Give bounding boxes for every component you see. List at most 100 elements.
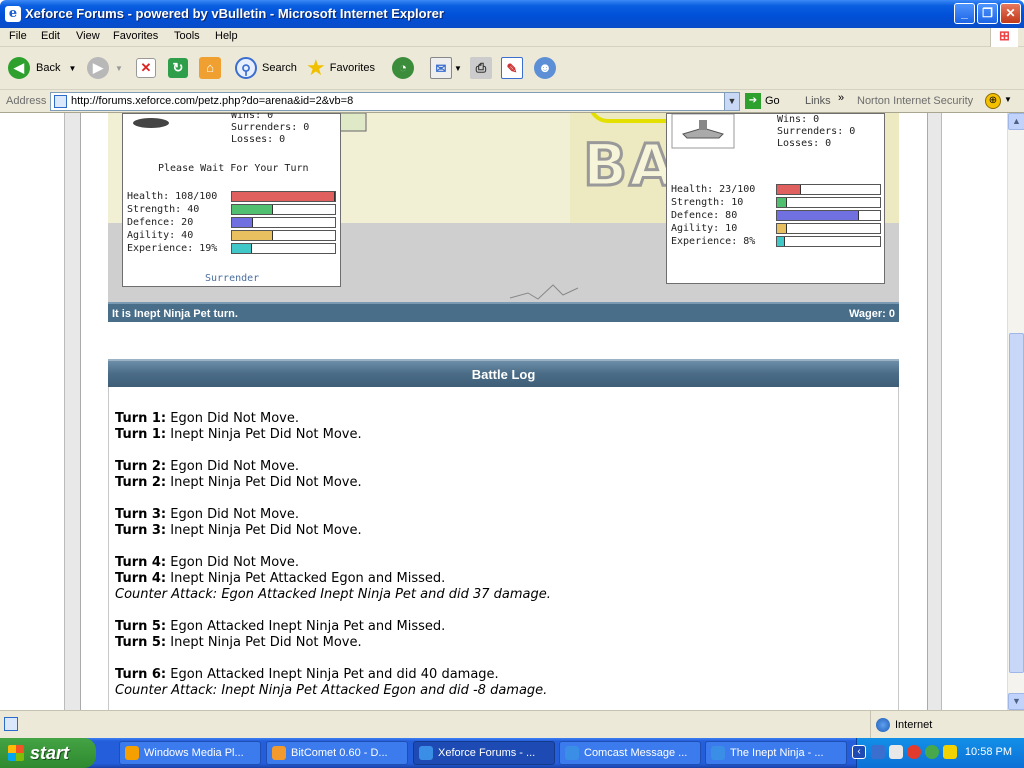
status-bar: Internet bbox=[0, 710, 1024, 739]
norton-label[interactable]: Norton Internet Security bbox=[857, 95, 973, 107]
menu-favorites[interactable]: Favorites bbox=[113, 30, 158, 42]
search-button[interactable]: ⚲ Search bbox=[235, 55, 297, 81]
close-button[interactable]: ✕ bbox=[1000, 3, 1021, 24]
player-stat-bar bbox=[231, 191, 336, 202]
tray-expand-icon[interactable]: ‹ bbox=[852, 745, 866, 759]
menu-tools[interactable]: Tools bbox=[174, 30, 200, 42]
mail-button[interactable]: ✉ ▼ bbox=[430, 55, 462, 81]
log-action-text: Inept Ninja Pet Did Not Move. bbox=[166, 475, 362, 490]
taskbar-item[interactable]: Windows Media Pl... bbox=[119, 741, 261, 765]
log-entry: Turn 4: Inept Ninja Pet Attacked Egon an… bbox=[115, 571, 898, 587]
log-entry: Turn 2: Inept Ninja Pet Did Not Move. bbox=[115, 475, 898, 491]
opponent-stat-label: Agility: 10 bbox=[671, 223, 738, 234]
tray-network-icon[interactable] bbox=[871, 745, 885, 759]
player-wins: Wins: 0 bbox=[231, 113, 274, 121]
opponent-stat-bar-fill bbox=[777, 237, 785, 246]
mail-dropdown-icon[interactable]: ▼ bbox=[454, 64, 462, 73]
address-dropdown-icon[interactable]: ▼ bbox=[724, 93, 739, 110]
log-entry: Turn 3: Egon Did Not Move. bbox=[115, 507, 898, 523]
minimize-button[interactable]: _ bbox=[954, 3, 975, 24]
battle-log-header: Battle Log bbox=[108, 359, 899, 387]
taskbar-item-label: Xeforce Forums - ... bbox=[438, 747, 536, 759]
maximize-button[interactable]: ❐ bbox=[977, 3, 998, 24]
system-tray: ‹ 10:58 PM bbox=[852, 738, 1024, 768]
go-button[interactable]: ➔ Go bbox=[745, 93, 780, 109]
taskbar-item[interactable]: Xeforce Forums - ... bbox=[413, 741, 555, 765]
edit-button[interactable]: ✎ bbox=[501, 55, 523, 81]
back-dropdown-icon[interactable]: ▼ bbox=[68, 64, 76, 73]
wager-text: Wager: 0 bbox=[848, 308, 895, 320]
wait-turn-text: Please Wait For Your Turn bbox=[158, 163, 309, 174]
chevron-right-icon[interactable]: » bbox=[838, 92, 844, 104]
opponent-pet-panel: Wins: 0 Surrenders: 0 Losses: 0 Health: … bbox=[666, 113, 885, 284]
log-turn-label: Turn 2: bbox=[115, 475, 167, 490]
floor-crack-icon bbox=[509, 284, 579, 300]
log-turn-label: Turn 6: bbox=[115, 667, 167, 682]
norton-icon[interactable]: ⊕ bbox=[985, 93, 1001, 109]
taskbar-item-label: Windows Media Pl... bbox=[144, 747, 244, 759]
player-pet-panel: Wins: 0 Surrenders: 0 Losses: 0 Please W… bbox=[122, 113, 341, 287]
player-stat-bar-fill bbox=[232, 205, 273, 214]
menu-view[interactable]: View bbox=[76, 30, 100, 42]
log-action-text: Egon Attacked Inept Ninja Pet and Missed… bbox=[166, 619, 446, 634]
menu-bar: File Edit View Favorites Tools Help ⊞ bbox=[0, 28, 1024, 47]
log-turn-label: Turn 1: bbox=[115, 427, 167, 442]
log-entry: Turn 1: Egon Did Not Move. bbox=[115, 411, 898, 427]
menu-help[interactable]: Help bbox=[215, 30, 238, 42]
go-label: Go bbox=[765, 95, 780, 107]
start-button[interactable]: start bbox=[0, 738, 96, 768]
player-stat-bar-fill bbox=[232, 244, 252, 253]
taskbar-item[interactable]: Comcast Message ... bbox=[559, 741, 701, 765]
taskbar-item-label: The Inept Ninja - ... bbox=[730, 747, 824, 759]
player-stat-bar-fill bbox=[232, 192, 335, 201]
menu-file[interactable]: File bbox=[9, 30, 27, 42]
log-action-text: Inept Ninja Pet Attacked Egon and Missed… bbox=[166, 571, 446, 586]
log-entry: Turn 3: Inept Ninja Pet Did Not Move. bbox=[115, 523, 898, 539]
tray-d-icon[interactable] bbox=[943, 745, 957, 759]
window-title: Xeforce Forums - powered by vBulletin - … bbox=[25, 6, 444, 21]
opponent-stat-label: Health: 23/100 bbox=[671, 184, 756, 195]
player-stat-label: Defence: 20 bbox=[127, 217, 194, 228]
log-action-text: Egon Did Not Move. bbox=[166, 459, 299, 474]
forward-dropdown-icon[interactable]: ▼ bbox=[115, 64, 123, 73]
menu-edit[interactable]: Edit bbox=[41, 30, 60, 42]
print-button[interactable]: ⎙ bbox=[470, 55, 492, 81]
history-button[interactable]: ◔ bbox=[392, 55, 414, 81]
log-turn-label: Turn 2: bbox=[115, 459, 167, 474]
vertical-scrollbar[interactable]: ▲ ▼ bbox=[1007, 113, 1024, 710]
norton-dropdown-icon[interactable]: ▼ bbox=[1004, 95, 1012, 104]
log-spacer bbox=[115, 651, 898, 667]
back-button[interactable]: ◀ Back ▼ bbox=[8, 55, 76, 81]
player-stat-bar bbox=[231, 217, 336, 228]
opponent-stat-label: Experience: 8% bbox=[671, 236, 756, 247]
favorites-button[interactable]: ★ Favorites bbox=[306, 55, 375, 81]
back-label: Back bbox=[36, 62, 61, 74]
stop-button[interactable]: ✕ bbox=[136, 55, 156, 81]
home-button[interactable]: ⌂ bbox=[199, 55, 221, 81]
address-input[interactable]: http://forums.xeforce.com/petz.php?do=ar… bbox=[50, 92, 740, 111]
search-label: Search bbox=[262, 62, 297, 74]
surrender-link[interactable]: Surrender bbox=[205, 273, 259, 285]
pet-image bbox=[133, 118, 169, 128]
window-titlebar: e Xeforce Forums - powered by vBulletin … bbox=[0, 0, 1024, 28]
scroll-down-icon[interactable]: ▼ bbox=[1008, 693, 1024, 710]
history-icon: ◔ bbox=[392, 57, 414, 79]
taskbar-item[interactable]: The Inept Ninja - ... bbox=[705, 741, 847, 765]
forward-button[interactable]: ▶ ▼ bbox=[87, 55, 123, 81]
log-entry: Turn 4: Egon Did Not Move. bbox=[115, 555, 898, 571]
scroll-up-icon[interactable]: ▲ bbox=[1008, 113, 1024, 130]
refresh-button[interactable]: ↻ bbox=[168, 55, 188, 81]
zone-label: Internet bbox=[895, 719, 933, 731]
opponent-stat-bar-fill bbox=[777, 185, 801, 194]
tray-volume-icon[interactable] bbox=[889, 745, 903, 759]
turn-text: It is Inept Ninja Pet turn. bbox=[112, 308, 238, 320]
messenger-button[interactable]: ☻ bbox=[534, 55, 556, 81]
opponent-stat-bar bbox=[776, 236, 881, 247]
links-button[interactable]: Links bbox=[805, 95, 831, 107]
player-losses: Losses: 0 bbox=[231, 134, 286, 145]
tray-app-icon[interactable] bbox=[907, 745, 921, 759]
taskbar-item[interactable]: BitComet 0.60 - D... bbox=[266, 741, 408, 765]
scroll-thumb[interactable] bbox=[1009, 333, 1024, 673]
tray-security-icon[interactable] bbox=[925, 745, 939, 759]
opponent-stat-bar-fill bbox=[777, 198, 787, 207]
